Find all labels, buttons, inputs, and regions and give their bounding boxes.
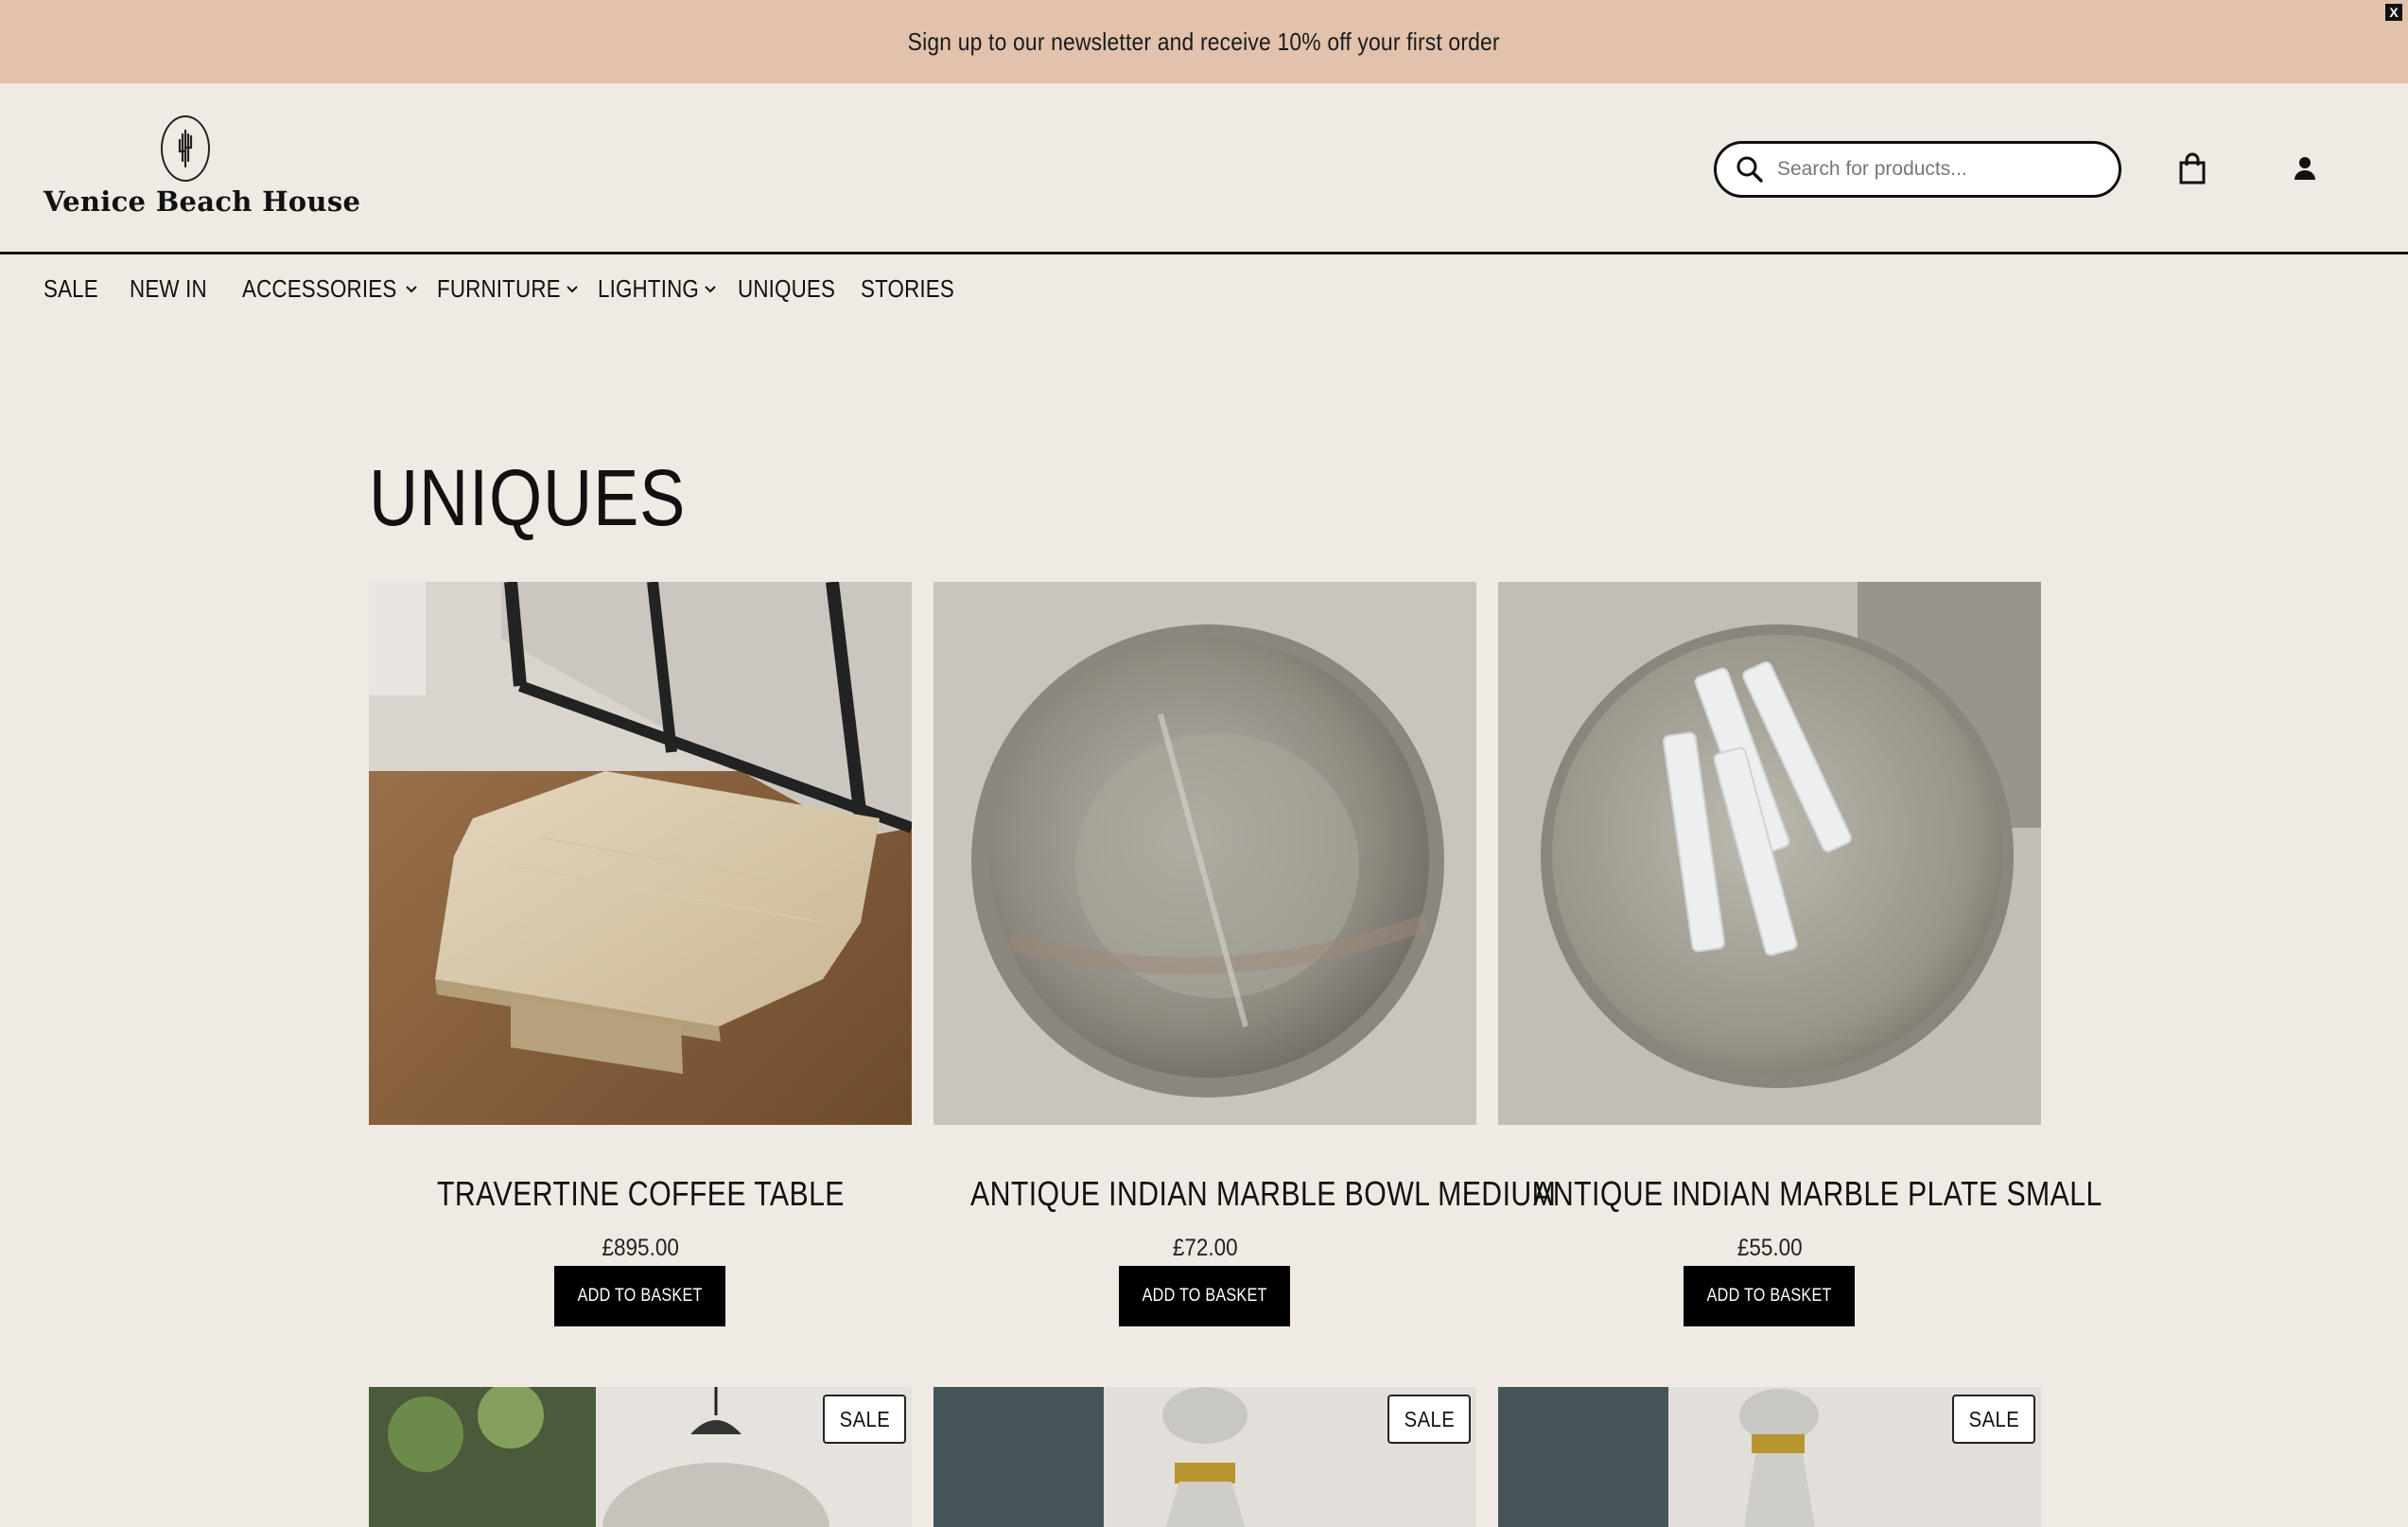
- product-image[interactable]: [1498, 582, 2041, 1125]
- sale-badge: SALE: [1387, 1395, 1471, 1444]
- product-card[interactable]: SALE: [934, 1387, 1476, 1527]
- nav-item-sale[interactable]: SALE: [44, 274, 107, 304]
- nav-item-label: FURNITURE: [437, 273, 562, 303]
- search-icon[interactable]: [1736, 155, 1764, 184]
- main-nav: SALE NEW IN ACCESSORIES FURNITURE LIGHTI…: [44, 270, 992, 307]
- chevron-down-icon: [406, 286, 418, 293]
- search-input[interactable]: [1777, 158, 2099, 181]
- product-name[interactable]: TRAVERTINE COFFEE TABLE: [350, 1174, 931, 1214]
- account-icon[interactable]: [2294, 156, 2316, 181]
- nav-item-label: LIGHTING: [598, 273, 700, 303]
- sale-badge: SALE: [823, 1395, 906, 1444]
- logo-text: Venice Beach House: [44, 185, 361, 218]
- product-price: £72.00: [1172, 1235, 1238, 1261]
- announcement-bar: Sign up to our newsletter and receive 10…: [0, 0, 2408, 83]
- site-header: Venice Beach House: [0, 83, 2408, 254]
- add-to-basket-button[interactable]: ADD TO BASKET: [1684, 1266, 1855, 1326]
- product-name[interactable]: ANTIQUE INDIAN MARBLE PLATE SMALL: [1479, 1174, 2102, 1214]
- product-price: £55.00: [1736, 1235, 1803, 1261]
- site-logo[interactable]: Venice Beach House: [44, 115, 361, 219]
- announcement-text[interactable]: Sign up to our newsletter and receive 10…: [908, 27, 1500, 57]
- cactus-icon: [161, 115, 210, 182]
- product-card[interactable]: SALE: [369, 1387, 912, 1527]
- search-bar[interactable]: [1714, 141, 2121, 198]
- product-image[interactable]: [934, 582, 1476, 1125]
- nav-item-lighting[interactable]: LIGHTING: [598, 274, 716, 304]
- nav-item-furniture[interactable]: FURNITURE: [437, 274, 579, 304]
- nav-item-uniques[interactable]: UNIQUES: [738, 274, 838, 304]
- basket-icon[interactable]: [2178, 152, 2207, 184]
- chevron-down-icon: [705, 286, 716, 293]
- add-to-basket-button[interactable]: ADD TO BASKET: [554, 1266, 725, 1326]
- nav-item-label: NEW IN: [130, 273, 208, 303]
- nav-item-stories[interactable]: STORIES: [861, 274, 969, 304]
- add-to-basket-button[interactable]: ADD TO BASKET: [1119, 1266, 1290, 1326]
- product-name[interactable]: ANTIQUE INDIAN MARBLE BOWL MEDIUM: [915, 1174, 1556, 1214]
- chevron-down-icon: [567, 286, 579, 293]
- nav-item-label: STORIES: [860, 273, 954, 303]
- nav-item-label: SALE: [44, 273, 98, 303]
- nav-item-label: UNIQUES: [737, 273, 835, 303]
- product-price: £895.00: [602, 1235, 679, 1261]
- close-icon[interactable]: X: [2385, 4, 2402, 21]
- nav-item-accessories[interactable]: ACCESSORIES: [242, 274, 418, 304]
- nav-item-label: ACCESSORIES: [242, 273, 397, 303]
- page-title: UNIQUES: [369, 453, 687, 542]
- product-image[interactable]: [369, 582, 912, 1125]
- product-card[interactable]: SALE: [1498, 1387, 2041, 1527]
- sale-badge: SALE: [1952, 1395, 2035, 1444]
- nav-item-new-in[interactable]: NEW IN: [130, 274, 219, 304]
